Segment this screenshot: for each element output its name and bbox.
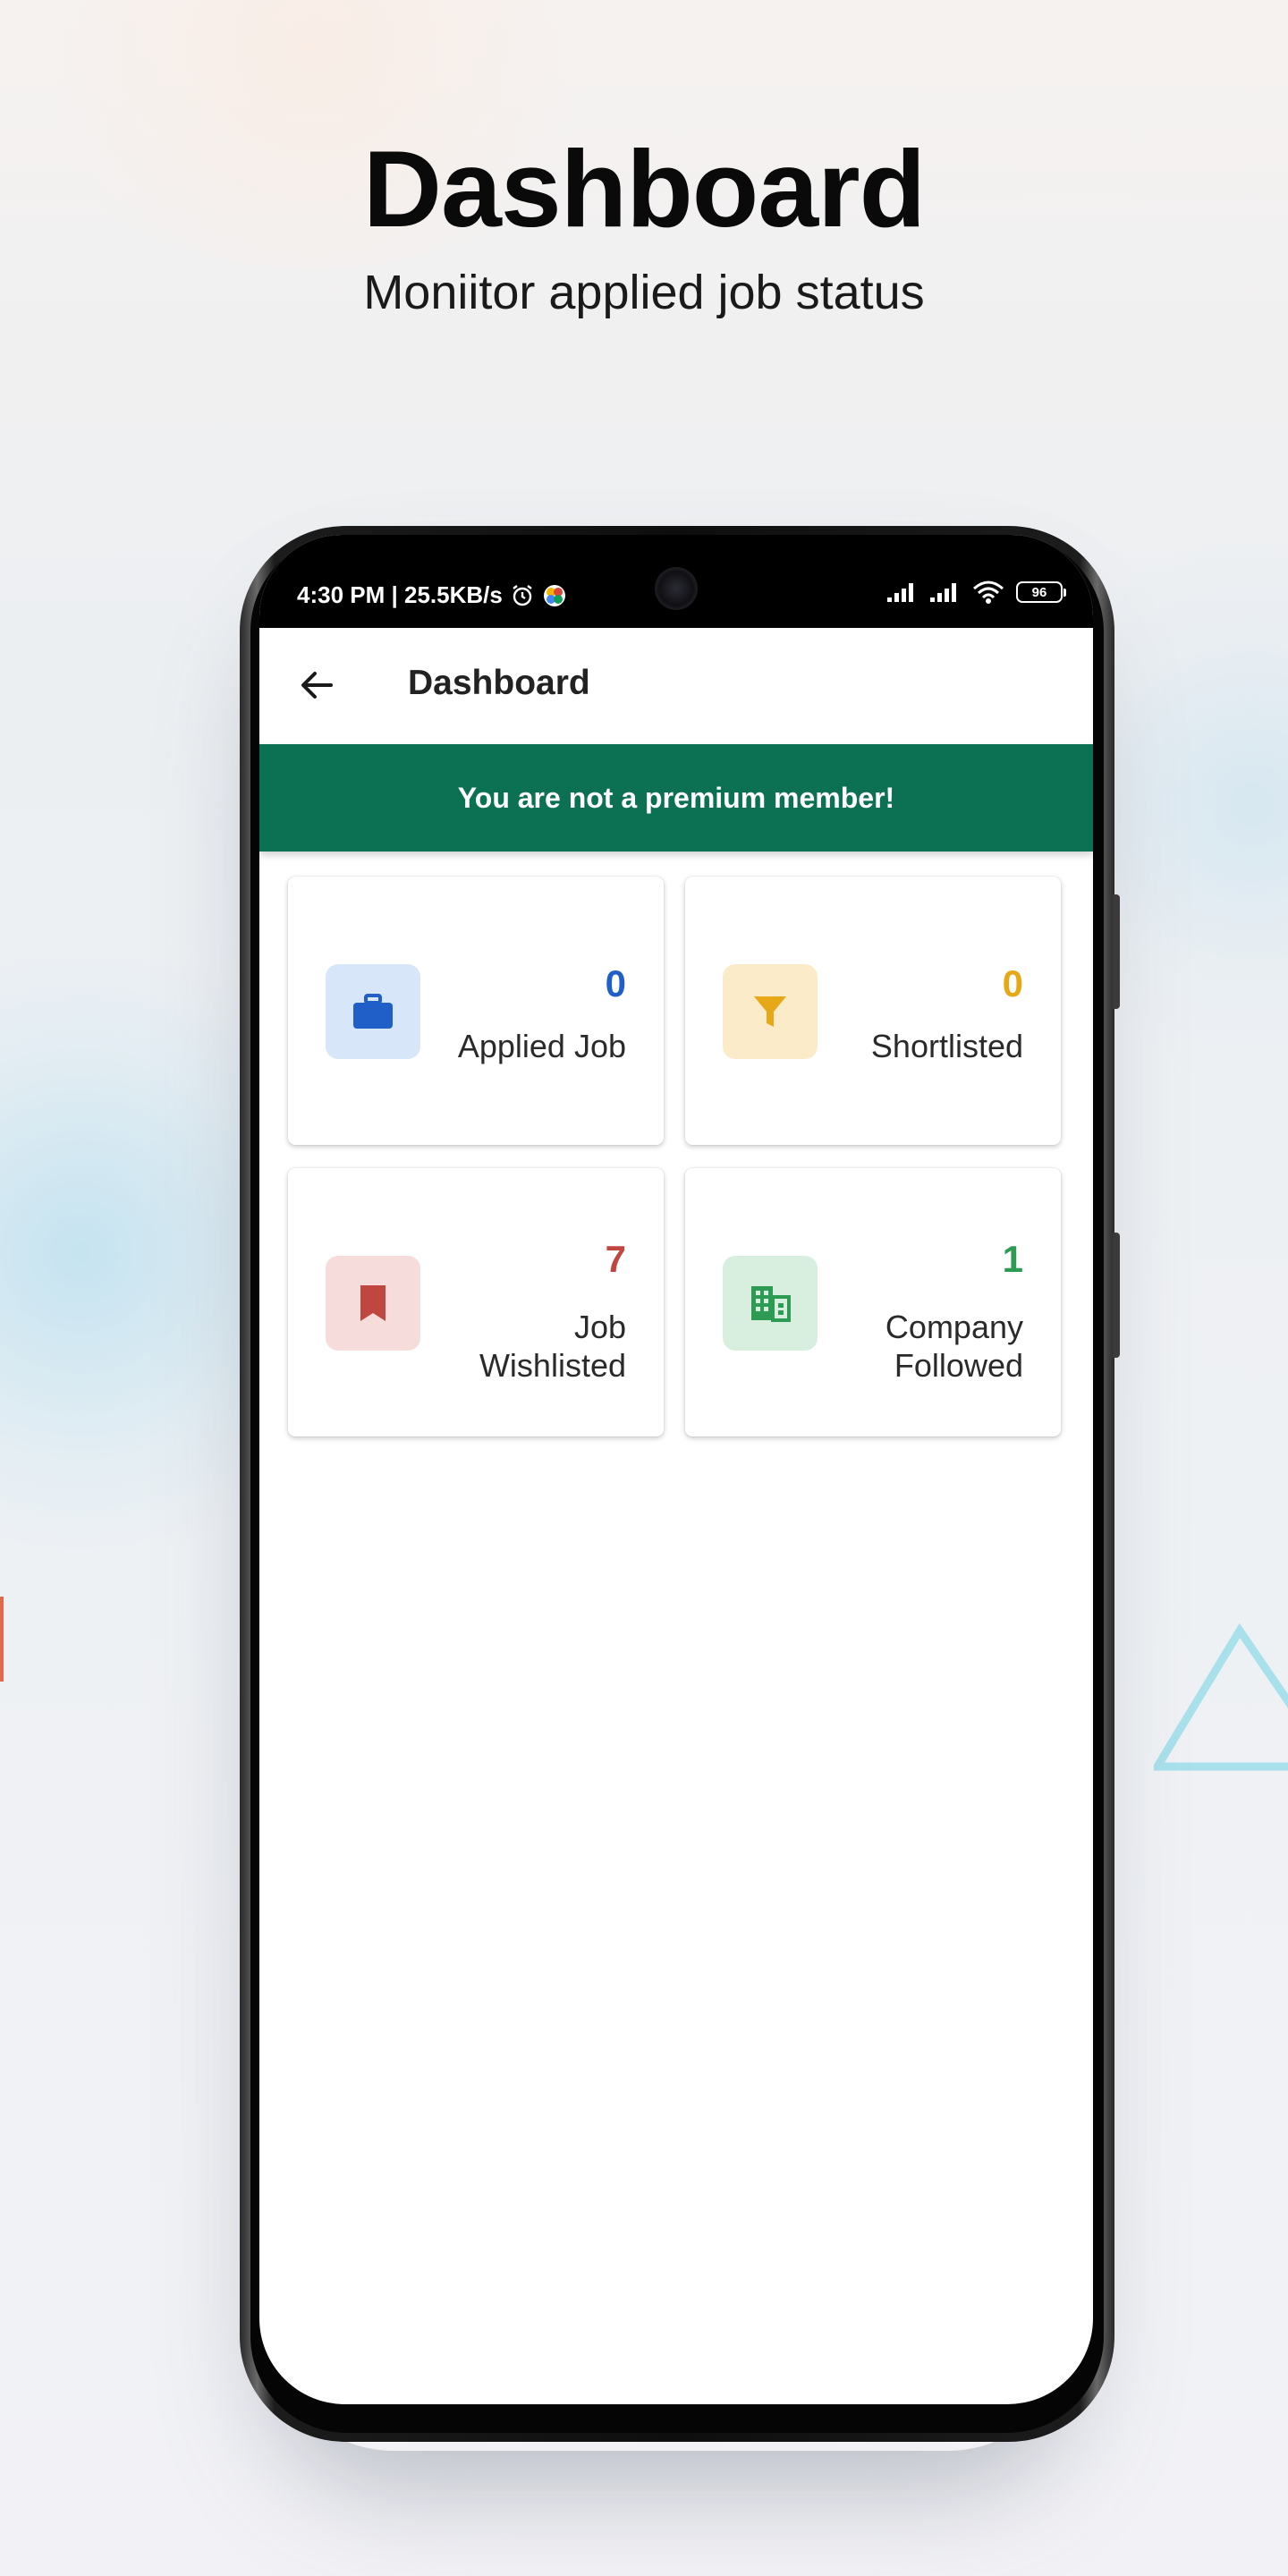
arrow-left-icon [301,672,333,699]
applied-job-label: Applied Job [457,1028,626,1064]
filter-icon [754,996,786,1027]
card-shortlisted[interactable]: 0 Shortlisted [685,877,1061,1145]
app-notification-icon [543,584,565,606]
building-icon [751,1286,791,1322]
alarm-icon [513,584,532,606]
card-icon-bg [723,964,818,1059]
hero-title: Dashboard [362,128,926,250]
card-icon-bg [326,1256,420,1351]
volume-button [1113,894,1120,1009]
hero-subtitle: Moniitor applied job status [363,266,925,319]
card-company-followed[interactable]: 1 Company Followed [685,1168,1061,1436]
wishlisted-label: Job Wishlisted [429,1308,626,1385]
wishlisted-label-line2: Wishlisted [479,1347,626,1384]
status-left: 4:30 PM | 25.5KB/s [297,581,567,609]
company-followed-label-line2: Followed [894,1347,1023,1384]
battery-icon: 96 [1016,581,1066,603]
triangle-decoration [1154,1623,1288,1771]
premium-banner: You are not a premium member! [259,744,1093,852]
wishlisted-count: 7 [605,1238,626,1280]
power-button [1113,1233,1120,1358]
card-icon-bg [326,964,420,1059]
shortlisted-count: 0 [1002,962,1023,1004]
card-icon-bg [723,1256,818,1351]
company-followed-label: Company Followed [826,1308,1023,1385]
wishlisted-label-line1: Job [573,1309,626,1345]
bookmark-icon [360,1285,386,1321]
signal-icon [887,583,913,602]
card-job-wishlisted[interactable]: 7 Job Wishlisted [288,1168,664,1436]
shortlisted-label: Shortlisted [870,1028,1023,1064]
back-button[interactable] [292,660,342,710]
app-bar: Dashboard [259,628,1093,742]
front-camera [655,567,698,610]
promo-page: Dashboard Moniitor applied job status 4:… [0,0,1288,2576]
signal-icon [930,583,956,602]
premium-banner-text: You are not a premium member! [457,781,895,814]
briefcase-icon [353,994,393,1029]
page-title: Dashboard [408,664,590,702]
phone-screen: 4:30 PM | 25.5KB/s 96 Dashboard You are … [259,535,1093,2404]
card-applied-job[interactable]: 0 Applied Job [288,877,664,1145]
company-followed-count: 1 [1002,1238,1023,1280]
status-time-speed: 4:30 PM | 25.5KB/s [297,581,503,608]
decorative-mark [0,1597,4,1682]
status-bar: 4:30 PM | 25.5KB/s 96 [259,535,1093,628]
company-followed-label-line1: Company [885,1309,1023,1345]
wifi-icon [973,580,1004,604]
status-right: 96 [886,580,1066,605]
applied-job-count: 0 [605,962,626,1004]
